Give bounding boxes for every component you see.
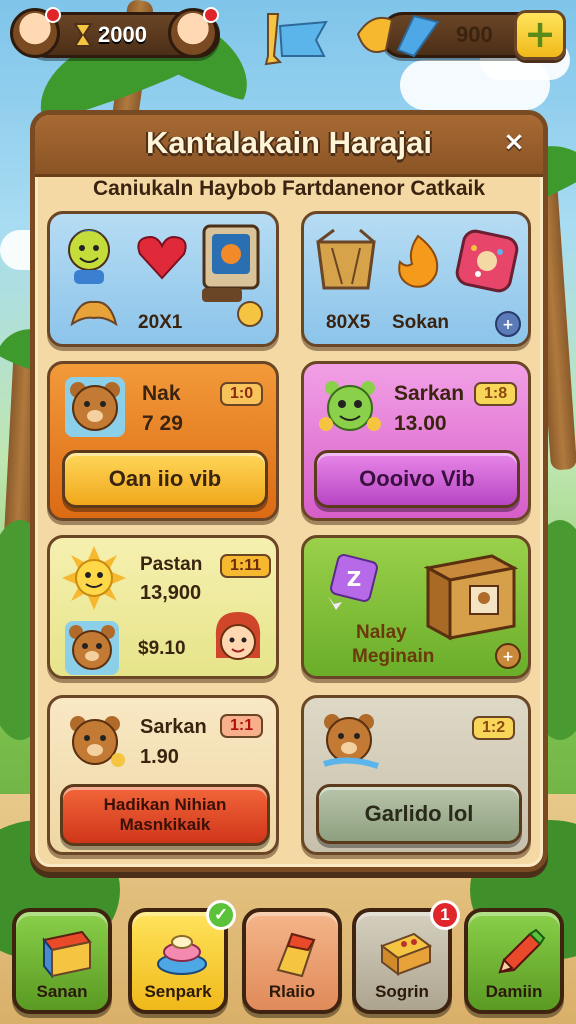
offer-5-badge: 1:11	[220, 554, 272, 578]
notification-badge: 1	[430, 900, 460, 930]
close-icon[interactable]: ×	[497, 125, 531, 159]
currency-left-value: 2000	[98, 22, 147, 47]
offer-card-2[interactable]: 80X5 Sokan +	[301, 211, 531, 347]
ticket-card-icon: Z	[328, 554, 378, 610]
arcade-icon	[202, 224, 263, 327]
nav-item-sogrin[interactable]: Sogrin 1	[352, 900, 460, 1014]
offer-card-4[interactable]: Sarkan 1:8 13.00 Oooivo Vib	[301, 361, 531, 521]
offer-4-buy-label: Oooivo Vib	[359, 466, 475, 491]
offer-7-buy-button[interactable]: Hadikan Nihian Masnkikaik	[60, 784, 270, 846]
food-box-icon	[379, 932, 433, 976]
flame-icon	[398, 234, 439, 288]
nav-label: Damiin	[485, 982, 543, 1001]
nav-label: Rlaiio	[268, 982, 316, 1001]
offer-7-buy-label-2: Masnkikaik	[119, 815, 211, 834]
bear-icon	[70, 716, 125, 767]
currency-right-value: 900	[456, 22, 493, 47]
offer-5-name: Pastan	[140, 554, 203, 575]
offer-7-badge: 1:1	[220, 714, 264, 738]
trophy-icon	[276, 932, 316, 978]
panel-title: Kantalakain Harajai	[145, 125, 433, 160]
offer-card-3[interactable]: Nak 1:0 7 29 Oan iio vib	[47, 361, 279, 521]
svg-text:+: +	[502, 317, 514, 333]
ticket-icon[interactable]	[260, 12, 330, 66]
croissant-icon	[70, 300, 118, 327]
heart-icon	[137, 235, 187, 280]
offer-6-line2: Meginain	[352, 646, 435, 667]
bear-icon	[65, 621, 119, 675]
offer-2-value: 80X5	[326, 312, 371, 333]
nav-label: Senpark	[144, 982, 212, 1001]
panel-subtitle: Caniukaln Haybob Fartdanenor Catkaik	[92, 177, 486, 200]
friend-avatar-icon[interactable]	[168, 7, 219, 58]
offer-8-badge: 1:2	[472, 716, 516, 740]
svg-text:Z: Z	[347, 567, 362, 591]
offer-1-value: 20X1	[138, 312, 183, 333]
add-currency-button[interactable]: +	[514, 10, 566, 60]
check-badge-icon: ✓	[206, 900, 236, 930]
offer-3-badge: 1:0	[220, 382, 264, 406]
player-avatar-icon[interactable]	[10, 7, 61, 58]
nav-item-rlaiio[interactable]: Rlaiio	[242, 908, 342, 1014]
offer-5-value: 13,900	[140, 582, 202, 604]
offer-3-buy-label: Oan iio vib	[108, 466, 222, 491]
offer-4-buy-button[interactable]: Oooivo Vib	[314, 450, 520, 508]
crate-icon	[423, 554, 518, 641]
girl-avatar-icon	[215, 612, 261, 660]
nav-item-sanan[interactable]: Sanan	[12, 908, 112, 1014]
offer-7-buy-label-1: Hadikan Nihian	[103, 795, 227, 814]
offer-card-7[interactable]: Sarkan 1:1 1.90 Hadikan Nihian Masnkikai…	[47, 695, 279, 855]
offer-3-buy-button[interactable]: Oan iio vib	[62, 450, 268, 508]
info-icon[interactable]: +	[494, 642, 522, 670]
offer-card-8[interactable]: 1:2 Garlido lol	[301, 695, 531, 855]
offer-5-extra: $9.10	[138, 638, 186, 659]
offer-4-value: 13.00	[394, 412, 447, 435]
monster-icon	[319, 381, 381, 431]
offer-3-value: 7 29	[142, 412, 183, 435]
offer-4-name: Sarkan	[394, 382, 465, 405]
bear-icon	[323, 714, 379, 769]
offer-7-name: Sarkan	[140, 716, 207, 738]
gem-stack-icon	[157, 935, 207, 975]
nav-label: Sogrin	[375, 982, 429, 1001]
offer-3-name: Nak	[142, 382, 181, 405]
offer-6-line1: Nalay	[356, 622, 407, 643]
sun-icon	[62, 546, 126, 610]
plus-icon: +	[524, 12, 556, 56]
notification-dot	[45, 7, 61, 23]
offer-2-name: Sokan	[392, 312, 450, 333]
offer-card-1[interactable]: 20X1	[47, 211, 279, 347]
nav-label: Sanan	[36, 982, 88, 1001]
shop-panel: Kantalakain Harajai × Caniukaln Haybob F…	[30, 110, 548, 872]
offer-card-5[interactable]: Pastan 1:11 13,900 $9.10	[47, 535, 279, 679]
offer-card-6[interactable]: Z Nalay Meginain +	[301, 535, 531, 679]
crate-icon	[316, 228, 376, 290]
donut-icon	[455, 229, 519, 293]
nav-item-senpark[interactable]: Senpark ✓	[128, 900, 236, 1014]
crate-icon	[42, 930, 92, 978]
info-icon[interactable]: +	[494, 310, 522, 338]
pencil-icon	[498, 928, 546, 974]
notification-dot	[203, 7, 219, 23]
gem-icon	[356, 14, 440, 58]
offer-8-buy-button[interactable]: Garlido lol	[316, 784, 522, 844]
character-icon	[68, 229, 110, 284]
offer-8-buy-label: Garlido lol	[364, 801, 474, 826]
hourglass-icon	[73, 23, 93, 47]
offer-4-badge: 1:8	[474, 382, 518, 406]
bear-icon	[65, 377, 125, 437]
svg-text:+: +	[502, 649, 514, 665]
nav-item-damiin[interactable]: Damiin	[464, 908, 564, 1014]
offer-7-value: 1.90	[140, 746, 179, 768]
